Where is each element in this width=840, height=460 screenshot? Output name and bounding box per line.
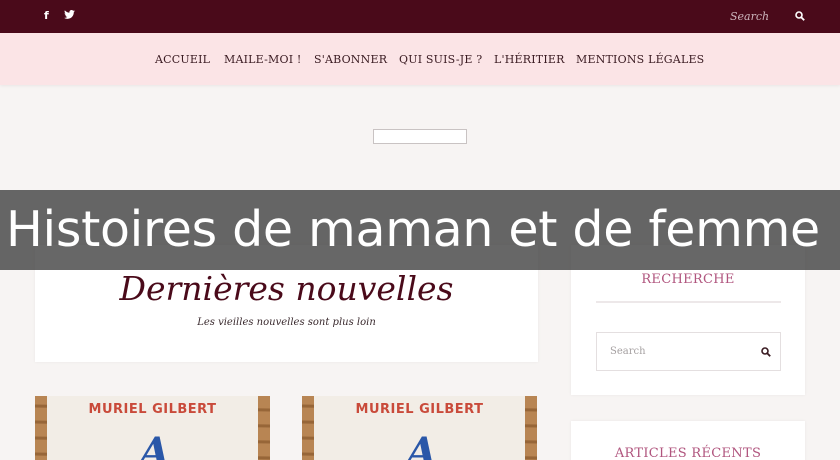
- book-author: MURIEL GILBERT: [355, 402, 484, 417]
- ad-placeholder: [373, 129, 467, 144]
- search-widget-title: RECHERCHE: [641, 272, 735, 287]
- nav-item-accueil[interactable]: ACCUEIL: [155, 53, 210, 66]
- twitter-bird-glyph: [64, 10, 75, 19]
- book-title-letter: A: [406, 429, 438, 460]
- top-search: [720, 6, 812, 26]
- recent-articles-widget: ARTICLES RÉCENTS: [571, 421, 805, 460]
- widget-divider: [596, 301, 781, 303]
- post-thumbnail[interactable]: MURIEL GILBERT A: [302, 396, 537, 460]
- news-subtitle: Les vieilles nouvelles sont plus loin: [197, 317, 376, 328]
- post-thumbnail[interactable]: MURIEL GILBERT A: [35, 396, 270, 460]
- facebook-icon[interactable]: f: [44, 9, 49, 23]
- main-navigation: ACCUEIL MAILE-MOI ! S'ABONNER QUI SUIS-J…: [0, 33, 840, 85]
- book-title-letter: A: [139, 429, 171, 460]
- sidebar-search-input[interactable]: [597, 333, 747, 370]
- search-icon[interactable]: [795, 11, 805, 21]
- news-title: Dernières nouvelles: [119, 269, 454, 308]
- book-author: MURIEL GILBERT: [88, 402, 217, 417]
- nav-item-heritier[interactable]: L'HÉRITIER: [494, 53, 565, 66]
- nav-item-maile-moi[interactable]: MAILE-MOI !: [224, 53, 302, 66]
- recent-widget-title: ARTICLES RÉCENTS: [614, 446, 762, 460]
- site-title: Histoires de maman et de femme: [6, 201, 820, 258]
- nav-item-sabonner[interactable]: S'ABONNER: [314, 53, 387, 66]
- sidebar-search: [596, 332, 781, 371]
- search-icon[interactable]: [761, 347, 771, 357]
- top-bar: f: [0, 0, 840, 33]
- twitter-icon[interactable]: [64, 9, 75, 23]
- nav-item-mentions-legales[interactable]: MENTIONS LÉGALES: [576, 53, 704, 66]
- top-search-input[interactable]: [720, 6, 790, 26]
- nav-item-qui-suis-je[interactable]: QUI SUIS-JE ?: [399, 53, 482, 66]
